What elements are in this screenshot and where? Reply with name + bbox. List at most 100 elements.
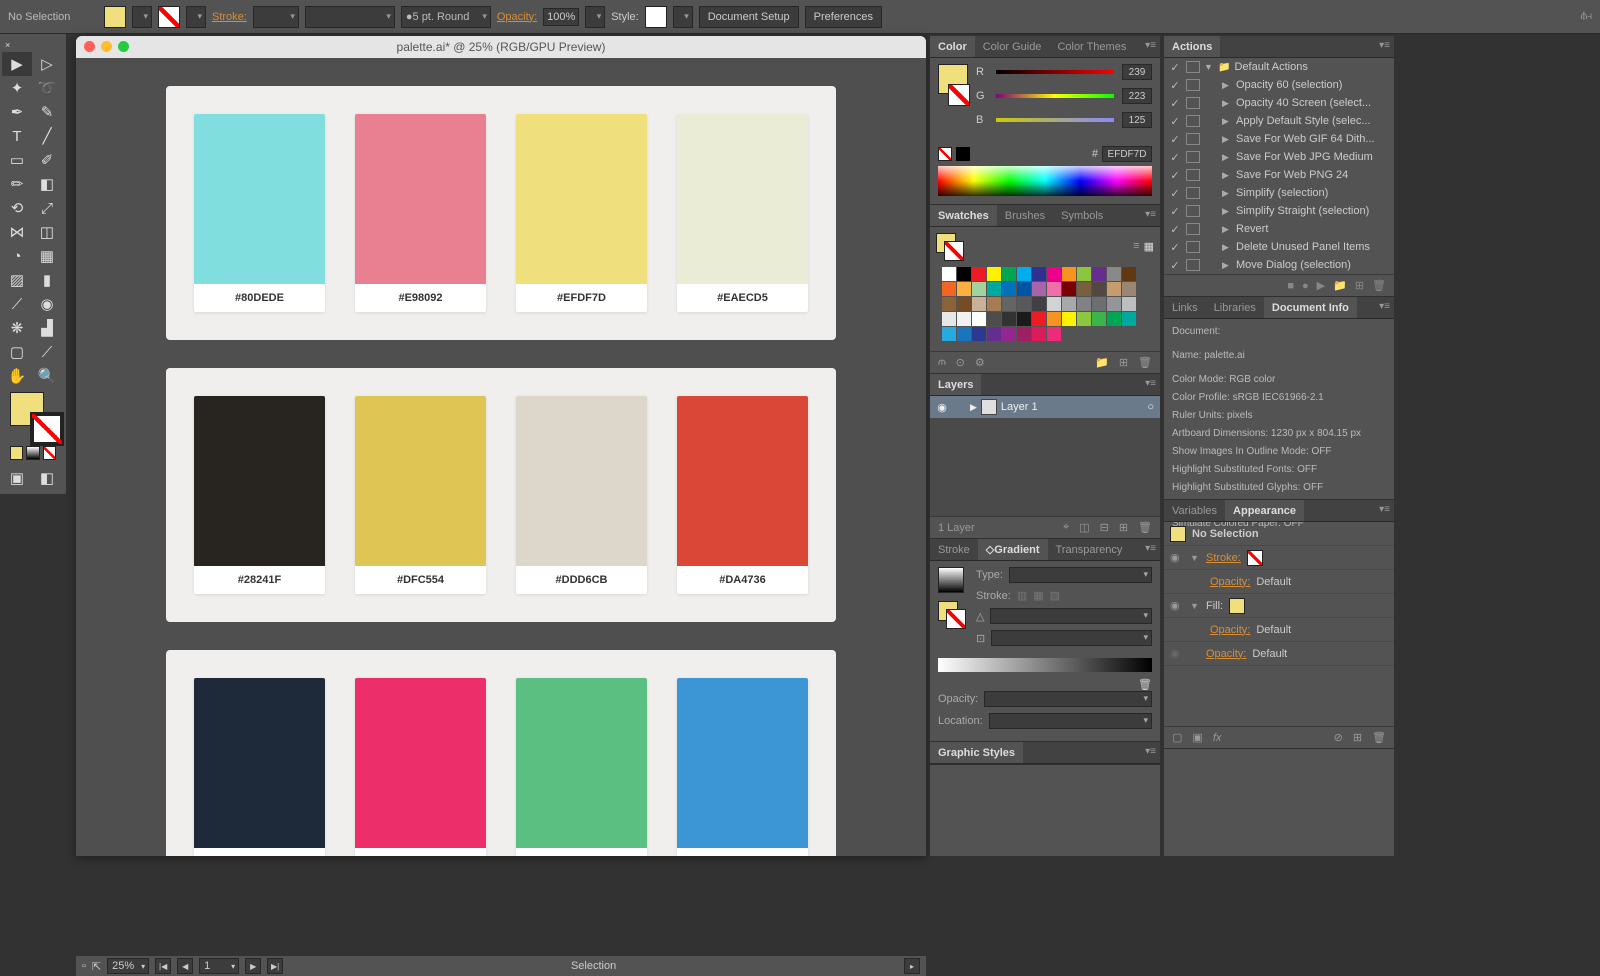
swatch-cell[interactable] — [987, 312, 1001, 326]
gradient-slider[interactable] — [938, 658, 1152, 672]
aspect-dropdown[interactable] — [991, 630, 1152, 646]
swatch-cell[interactable] — [1122, 312, 1136, 326]
appearance-stroke-row[interactable]: ◉▼ Stroke: — [1164, 546, 1394, 570]
swatch-cell[interactable] — [1092, 282, 1106, 296]
target-icon[interactable]: ○ — [1147, 401, 1154, 413]
swatch-cell[interactable] — [1047, 267, 1061, 281]
tab-symbols[interactable]: Symbols — [1053, 205, 1111, 226]
tab-swatches[interactable]: Swatches — [930, 205, 997, 226]
curvature-tool[interactable]: ✎ — [32, 100, 62, 124]
stroke-value-swatch[interactable] — [1247, 550, 1263, 566]
direct-selection-tool[interactable]: ▷ — [32, 52, 62, 76]
tab-brushes[interactable]: Brushes — [997, 205, 1053, 226]
swatch-cell[interactable] — [957, 297, 971, 311]
tab-variables[interactable]: Variables — [1164, 500, 1225, 521]
swatch-grid[interactable] — [936, 263, 1154, 345]
none-swatch-icon[interactable] — [938, 147, 952, 161]
action-row[interactable]: ✓▶Simplify (selection) — [1164, 184, 1394, 202]
magic-wand-tool[interactable]: ✦ — [2, 76, 32, 100]
close-icon[interactable]: × — [2, 38, 64, 52]
swatch-cell[interactable] — [957, 282, 971, 296]
panel-menu-icon[interactable]: ▾≡ — [1145, 40, 1156, 51]
swatch-card[interactable]: #DA4736 — [677, 396, 808, 594]
panel-menu-icon[interactable]: ▾≡ — [1379, 40, 1390, 51]
swatch-cell[interactable] — [1017, 282, 1031, 296]
action-row[interactable]: ✓▶Move Dialog (selection) — [1164, 256, 1394, 274]
delete-action-icon[interactable]: 🗑 — [1372, 279, 1386, 292]
stroke-swatch[interactable] — [158, 6, 180, 28]
clear-icon[interactable]: ⊘ — [1334, 731, 1343, 744]
panel-menu-icon[interactable]: ▾≡ — [1145, 378, 1156, 389]
swatch-card[interactable]: #DFC554 — [355, 396, 486, 594]
new-swatch-icon[interactable]: ⊞ — [1119, 356, 1128, 369]
channel-value[interactable] — [1122, 112, 1152, 128]
swatch-cell[interactable] — [1017, 267, 1031, 281]
swatch-card[interactable]: #DDD6CB — [516, 396, 647, 594]
swatch-cell[interactable] — [987, 267, 1001, 281]
eyedropper-tool[interactable]: ⟋ — [2, 292, 32, 316]
new-action-icon[interactable]: ⊞ — [1355, 279, 1364, 292]
style-dropdown[interactable] — [673, 6, 693, 28]
tab-libraries[interactable]: Libraries — [1206, 297, 1264, 318]
action-row[interactable]: ✓▶Save For Web JPG Medium — [1164, 148, 1394, 166]
swatch-cell[interactable] — [1032, 267, 1046, 281]
swatch-cell[interactable] — [957, 312, 971, 326]
swatch-cell[interactable] — [942, 282, 956, 296]
swatch-cell[interactable] — [1017, 327, 1031, 341]
preferences-button[interactable]: Preferences — [805, 6, 882, 28]
swatch-cell[interactable] — [987, 297, 1001, 311]
new-layer-icon[interactable]: ⊞ — [1119, 521, 1128, 534]
swatch-library-icon[interactable]: ⫙ — [938, 356, 946, 369]
duplicate-icon[interactable]: ⊞ — [1353, 731, 1362, 744]
slice-tool[interactable]: ⟋ — [32, 340, 62, 364]
swatch-cell[interactable] — [942, 297, 956, 311]
swatch-cell[interactable] — [1107, 297, 1121, 311]
swatch-cell[interactable] — [1107, 267, 1121, 281]
swatch-cell[interactable] — [1092, 267, 1106, 281]
swatch-cell[interactable] — [1032, 297, 1046, 311]
tab-color-guide[interactable]: Color Guide — [975, 36, 1050, 57]
visibility-icon[interactable]: ◉ — [930, 401, 954, 414]
swatch-cell[interactable] — [942, 267, 956, 281]
swatch-cell[interactable] — [987, 282, 1001, 296]
panel-menu-icon[interactable]: ▾≡ — [1379, 504, 1390, 515]
rotate-tool[interactable]: ⟲ — [2, 196, 32, 220]
symbol-sprayer-tool[interactable]: ❋ — [2, 316, 32, 340]
panel-menu-icon[interactable]: ▾≡ — [1145, 746, 1156, 757]
panel-menu-icon[interactable]: ▾≡ — [1145, 209, 1156, 220]
perspective-tool[interactable]: ▦ — [32, 244, 62, 268]
free-transform-tool[interactable]: ◫ — [32, 220, 62, 244]
artboard[interactable]: #80DEDE#E98092#EFDF7D#EAECD5 — [166, 86, 836, 340]
swatch-cell[interactable] — [1062, 297, 1076, 311]
tab-links[interactable]: Links — [1164, 297, 1206, 318]
export-icon[interactable]: ⇱ — [92, 960, 101, 973]
new-art-icon[interactable]: ▢ — [1172, 731, 1182, 744]
stroke-dropdown[interactable] — [186, 6, 206, 28]
stroke-label[interactable]: Stroke: — [212, 11, 247, 23]
stroke-preview[interactable] — [948, 84, 970, 106]
artboard-tool[interactable]: ▢ — [2, 340, 32, 364]
hand-tool[interactable]: ✋ — [2, 364, 32, 388]
action-row[interactable]: ✓▶Save For Web GIF 64 Dith... — [1164, 130, 1394, 148]
appearance-fill-opacity-row[interactable]: Opacity: Default — [1164, 618, 1394, 642]
action-row[interactable]: ✓▶Revert — [1164, 220, 1394, 238]
hex-input[interactable] — [1102, 146, 1152, 162]
pen-tool[interactable]: ✒ — [2, 100, 32, 124]
swatch-cell[interactable] — [1002, 327, 1016, 341]
new-set-icon[interactable]: 📁 — [1333, 279, 1347, 292]
stroke-weight-dropdown[interactable] — [253, 6, 299, 28]
channel-value[interactable] — [1122, 64, 1152, 80]
swatch-card[interactable]: #5BBF82 — [516, 678, 647, 856]
paintbrush-tool[interactable]: ✐ — [32, 148, 62, 172]
channel-slider[interactable] — [996, 115, 1114, 125]
swatch-kind-icon[interactable]: ⊙ — [956, 356, 965, 369]
swatch-cell[interactable] — [1047, 282, 1061, 296]
rectangle-tool[interactable]: ▭ — [2, 148, 32, 172]
action-row[interactable]: ✓▶Simplify Straight (selection) — [1164, 202, 1394, 220]
swatch-cell[interactable] — [1107, 312, 1121, 326]
opacity-label[interactable]: Opacity: — [497, 11, 537, 23]
action-row[interactable]: ✓▶Opacity 60 (selection) — [1164, 76, 1394, 94]
new-group-icon[interactable]: 📁 — [1095, 356, 1109, 369]
fill-dropdown[interactable] — [132, 6, 152, 28]
swatch-cell[interactable] — [1032, 312, 1046, 326]
